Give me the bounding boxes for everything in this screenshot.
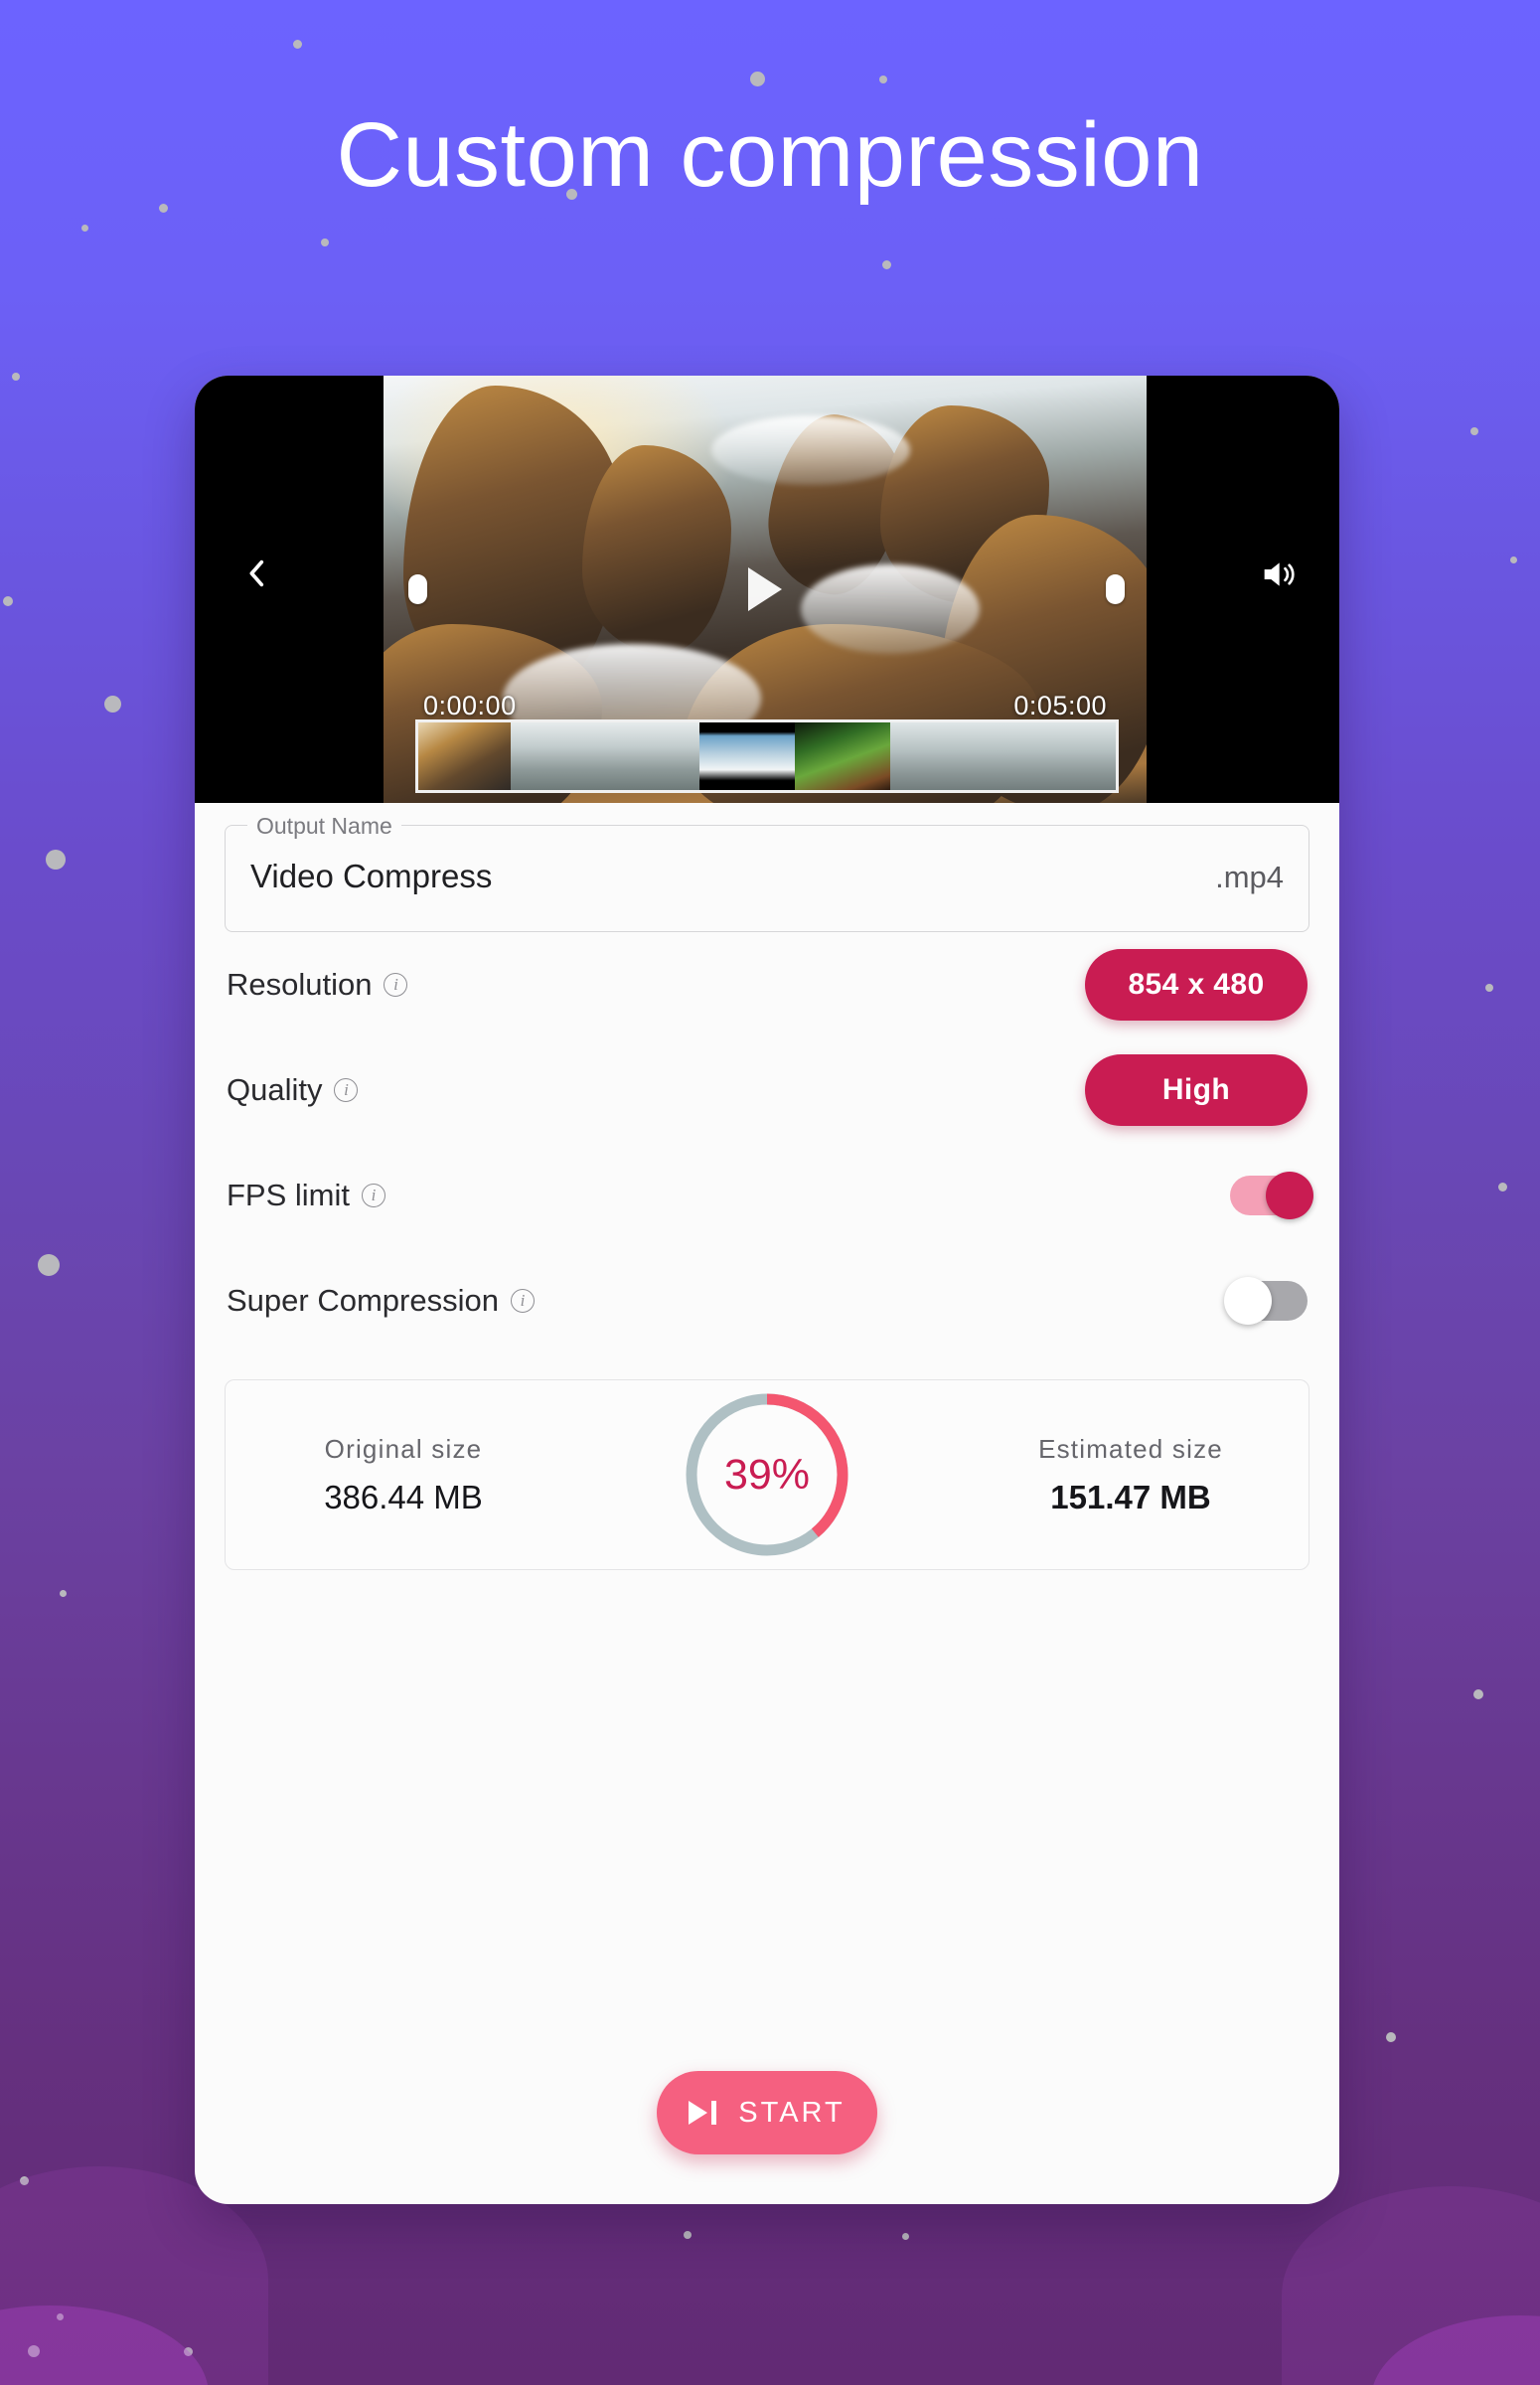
resolution-label: Resolution bbox=[227, 967, 373, 1002]
decorative-dot bbox=[104, 696, 121, 713]
speaker-volume-icon[interactable] bbox=[1256, 555, 1300, 594]
decorative-dot bbox=[1473, 1689, 1483, 1699]
decorative-dot bbox=[57, 2313, 64, 2320]
settings-panel: Output Name Video Compress .mp4 Resoluti… bbox=[195, 813, 1339, 1570]
decorative-dot bbox=[1485, 984, 1493, 992]
start-button-area: START bbox=[195, 2071, 1339, 2154]
chevron-left-icon[interactable] bbox=[240, 556, 274, 590]
row-fps-limit: FPS limit i bbox=[225, 1143, 1313, 1248]
original-size-block: Original size 386.44 MB bbox=[259, 1434, 547, 1516]
decorative-dot bbox=[1498, 1183, 1507, 1192]
size-comparison-card: Original size 386.44 MB 39% Estimated si… bbox=[225, 1379, 1309, 1570]
start-button-label: START bbox=[738, 2096, 846, 2129]
video-foam-shape bbox=[801, 564, 980, 654]
row-resolution: Resolution i 854 x 480 bbox=[225, 932, 1309, 1037]
page-title: Custom compression bbox=[336, 104, 1204, 206]
start-button[interactable]: START bbox=[657, 2071, 877, 2154]
original-size-caption: Original size bbox=[324, 1433, 483, 1464]
decorative-cloud bbox=[1282, 2186, 1540, 2385]
trim-thumbnail bbox=[795, 722, 890, 790]
output-name-field[interactable]: Output Name Video Compress .mp4 bbox=[225, 813, 1309, 932]
original-size-value: 386.44 MB bbox=[324, 1478, 483, 1515]
info-icon[interactable]: i bbox=[362, 1184, 385, 1207]
decorative-dot bbox=[3, 596, 13, 606]
trim-thumbnail bbox=[418, 722, 511, 790]
decorative-dot bbox=[1510, 556, 1517, 563]
resolution-label-group: Resolution i bbox=[227, 967, 408, 1003]
super-compression-label-group: Super Compression i bbox=[227, 1283, 535, 1319]
resolution-value-button[interactable]: 854 x 480 bbox=[1085, 949, 1308, 1021]
info-icon[interactable]: i bbox=[510, 1289, 535, 1313]
skip-play-icon bbox=[689, 2101, 717, 2125]
decorative-dot bbox=[38, 1254, 60, 1276]
quality-label: Quality bbox=[227, 1072, 323, 1107]
decorative-dot bbox=[28, 2345, 40, 2357]
decorative-cloud bbox=[0, 2306, 209, 2385]
fps-limit-label: FPS limit bbox=[227, 1178, 350, 1212]
phone-mockup: 0:00:00 0:05:00 Output Name Video Compre… bbox=[195, 376, 1339, 2204]
trim-thumbnail bbox=[511, 722, 699, 790]
decorative-dot bbox=[902, 2233, 909, 2240]
trim-handle-right[interactable] bbox=[1106, 574, 1125, 604]
decorative-dot bbox=[159, 204, 168, 213]
video-start-time: 0:00:00 bbox=[423, 691, 517, 720]
video-foam-shape bbox=[711, 415, 910, 485]
decorative-dot bbox=[1470, 427, 1478, 435]
decorative-dot bbox=[321, 238, 329, 246]
info-icon[interactable]: i bbox=[334, 1078, 359, 1102]
decorative-dot bbox=[81, 225, 88, 232]
decorative-dot bbox=[684, 2231, 692, 2239]
decorative-dot bbox=[20, 2176, 29, 2185]
compression-ring: 39% bbox=[684, 1391, 850, 1558]
decorative-dot bbox=[46, 850, 66, 870]
fps-limit-label-group: FPS limit i bbox=[227, 1178, 385, 1213]
video-end-time: 0:05:00 bbox=[1013, 691, 1107, 720]
toggle-knob bbox=[1224, 1277, 1272, 1325]
row-super-compression: Super Compression i bbox=[225, 1248, 1309, 1353]
video-rock-shape bbox=[582, 445, 731, 654]
estimated-size-block: Estimated size 151.47 MB bbox=[987, 1434, 1275, 1516]
info-icon[interactable]: i bbox=[384, 973, 408, 997]
decorative-dot bbox=[882, 260, 891, 269]
row-quality: Quality i High bbox=[225, 1037, 1309, 1143]
trim-handle-left[interactable] bbox=[408, 574, 427, 604]
quality-label-group: Quality i bbox=[227, 1072, 359, 1108]
decorative-dot bbox=[184, 2347, 193, 2356]
output-name-extension: .mp4 bbox=[1215, 860, 1284, 894]
output-name-legend: Output Name bbox=[247, 813, 401, 840]
decorative-dot bbox=[293, 40, 302, 49]
decorative-dot bbox=[12, 373, 20, 381]
super-compression-toggle[interactable] bbox=[1224, 1277, 1308, 1325]
decorative-dot bbox=[60, 1590, 67, 1597]
fps-limit-toggle[interactable] bbox=[1230, 1172, 1313, 1219]
video-player[interactable]: 0:00:00 0:05:00 bbox=[195, 376, 1339, 803]
output-name-input[interactable]: Video Compress bbox=[250, 858, 492, 895]
decorative-dot bbox=[750, 72, 765, 86]
toggle-knob bbox=[1266, 1172, 1313, 1219]
play-triangle-icon[interactable] bbox=[748, 567, 782, 611]
trim-thumbnail bbox=[699, 722, 795, 790]
decorative-dot bbox=[1386, 2032, 1396, 2042]
super-compression-label: Super Compression bbox=[227, 1283, 499, 1318]
video-trim-strip[interactable] bbox=[415, 719, 1119, 793]
trim-thumbnail bbox=[890, 722, 1116, 790]
compression-percent: 39% bbox=[723, 1450, 811, 1499]
decorative-cloud bbox=[1371, 2315, 1540, 2385]
estimated-size-caption: Estimated size bbox=[1038, 1433, 1223, 1464]
estimated-size-value: 151.47 MB bbox=[1050, 1478, 1211, 1515]
decorative-dot bbox=[879, 76, 887, 83]
quality-value-button[interactable]: High bbox=[1085, 1054, 1308, 1126]
